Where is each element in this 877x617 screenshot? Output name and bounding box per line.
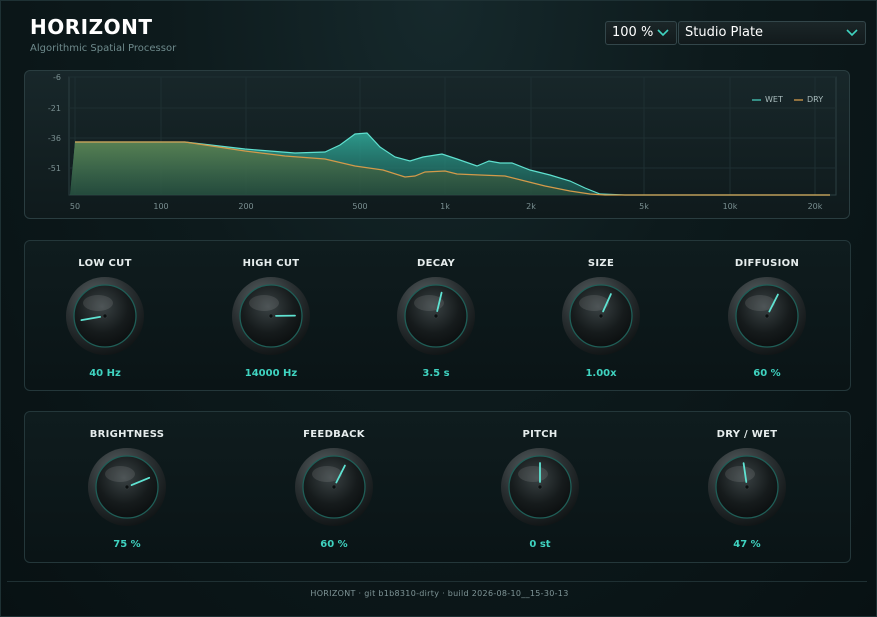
x-tick-label: 20k <box>808 202 823 211</box>
spectrum-analyzer: -6 -21 -36 -51 50 100 200 500 1k 2k 5k 10k 20k WET … <box>24 70 850 219</box>
knob-group-high-cut: HIGH CUT 14000 Hz <box>216 258 326 398</box>
knob-label: LOW CUT <box>78 258 132 269</box>
knob-value: 3.5 s <box>422 368 450 379</box>
chevron-down-icon <box>846 29 858 37</box>
knob-label: SIZE <box>587 258 615 269</box>
build-info: HORIZONT · git b1b8310-dirty · build 202… <box>310 589 569 598</box>
knob-group-size: SIZE 1.00x <box>546 258 656 398</box>
knob-value: 60 % <box>320 539 348 550</box>
y-tick-label: -6 <box>53 73 61 82</box>
knob-label: PITCH <box>522 429 558 440</box>
x-tick-label: 2k <box>526 202 536 211</box>
legend-wet-label: WET <box>765 95 783 104</box>
knob-group-brightness: BRIGHTNESS 75 % <box>72 429 182 569</box>
zoom-value: 100 % <box>612 25 654 40</box>
preset-value: Studio Plate <box>685 25 764 40</box>
app-title: HORIZONT <box>30 15 153 39</box>
pitch-knob[interactable] <box>500 447 580 527</box>
chevron-down-icon <box>657 29 669 37</box>
knob-value: 0 st <box>529 539 551 550</box>
primary-controls-panel: LOW CUT 40 Hz HIGH CUT 14000 Hz DECAY 3.… <box>24 240 851 391</box>
spectrum-plot: -6 -21 -36 -51 50 100 200 500 1k 2k 5k 10k 20k WET … <box>48 73 837 211</box>
diffusion-knob[interactable] <box>727 276 807 356</box>
knob-group-diffusion: DIFFUSION 60 % <box>712 258 822 398</box>
knob-label: BRIGHTNESS <box>89 429 165 440</box>
legend-dry-label: DRY <box>807 95 823 104</box>
x-tick-label: 500 <box>352 202 367 211</box>
feedback-knob[interactable] <box>294 447 374 527</box>
zoom-select[interactable]: 100 % <box>605 21 677 45</box>
x-tick-label: 1k <box>440 202 450 211</box>
knob-label: DIFFUSION <box>734 258 800 269</box>
knob-value: 75 % <box>113 539 141 550</box>
low-cut-knob[interactable] <box>65 276 145 356</box>
knob-value: 1.00x <box>585 368 617 379</box>
knob-group-dry-wet: DRY / WET 47 % <box>692 429 802 569</box>
plugin-window: HORIZONT Algorithmic Spatial Processor 1… <box>0 0 877 617</box>
high-cut-knob[interactable] <box>231 276 311 356</box>
knob-value: 14000 Hz <box>244 368 298 379</box>
y-tick-label: -36 <box>48 134 61 143</box>
knob-value: 40 Hz <box>89 368 121 379</box>
preset-select[interactable]: Studio Plate <box>678 21 866 45</box>
x-tick-label: 5k <box>639 202 649 211</box>
spectrum-legend: WET DRY <box>752 95 823 104</box>
knob-group-feedback: FEEDBACK 60 % <box>279 429 389 569</box>
knob-value: 47 % <box>733 539 761 550</box>
secondary-controls-panel: BRIGHTNESS 75 % FEEDBACK 60 % PITCH 0 st… <box>24 411 851 563</box>
decay-knob[interactable] <box>396 276 476 356</box>
y-tick-label: -21 <box>48 104 61 113</box>
knob-group-decay: DECAY 3.5 s <box>381 258 491 398</box>
brightness-knob[interactable] <box>87 447 167 527</box>
knob-label: FEEDBACK <box>303 429 365 440</box>
app-subtitle: Algorithmic Spatial Processor <box>30 43 177 54</box>
dry-wet-knob[interactable] <box>707 447 787 527</box>
footer-divider <box>7 581 867 582</box>
knob-group-pitch: PITCH 0 st <box>485 429 595 569</box>
knob-label: HIGH CUT <box>242 258 300 269</box>
knob-label: DRY / WET <box>716 429 778 440</box>
x-tick-label: 100 <box>153 202 168 211</box>
x-tick-label: 50 <box>70 202 80 211</box>
knob-label: DECAY <box>417 258 455 269</box>
y-tick-label: -51 <box>48 164 61 173</box>
size-knob[interactable] <box>561 276 641 356</box>
x-tick-label: 10k <box>723 202 738 211</box>
knob-value: 60 % <box>753 368 781 379</box>
knob-group-low-cut: LOW CUT 40 Hz <box>50 258 160 398</box>
x-tick-label: 200 <box>238 202 253 211</box>
